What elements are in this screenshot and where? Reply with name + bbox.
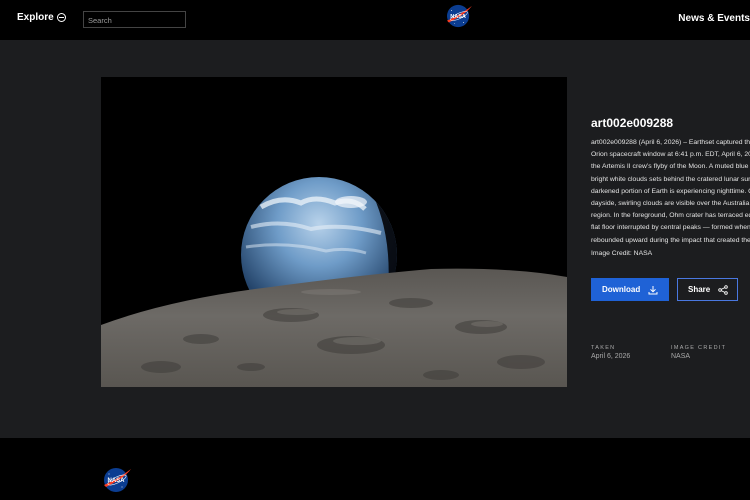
earthset-photo — [101, 77, 567, 387]
download-label: Download — [602, 285, 641, 294]
collapse-icon[interactable] — [57, 13, 66, 22]
image-credit-label: IMAGE CREDIT — [671, 345, 727, 351]
site-footer: NASA — [0, 438, 750, 500]
share-icon — [718, 284, 728, 295]
image-detail-panel: art002e009288 art002e009288 (April 6, 20… — [0, 40, 750, 438]
footer-logo-text: NASA — [107, 478, 125, 484]
nasa-logo-text: NASA — [450, 14, 466, 20]
site-header: Explore NASA News & Events — [0, 0, 750, 40]
image-credit-value: NASA — [671, 353, 691, 360]
footer-nasa-logo[interactable]: NASA — [102, 467, 132, 493]
share-button[interactable]: Share — [677, 278, 738, 301]
share-label: Share — [688, 285, 711, 294]
taken-value: April 6, 2026 — [591, 353, 631, 360]
taken-label: TAKEN — [591, 345, 616, 351]
image-caption: art002e009288 (April 6, 2026) – Earthset… — [591, 139, 750, 244]
download-button[interactable]: Download — [591, 278, 669, 301]
image-title: art002e009288 — [591, 116, 674, 130]
explore-menu-label[interactable]: Explore — [17, 12, 54, 23]
download-icon — [648, 285, 658, 294]
search-input[interactable] — [88, 14, 182, 26]
nasa-logo[interactable]: NASA — [445, 4, 473, 28]
image-details: art002e009288 art002e009288 (April 6, 20… — [591, 40, 750, 438]
image-credit-line: Image Credit: NASA — [591, 250, 653, 257]
search-box[interactable] — [83, 11, 186, 28]
news-events-link[interactable]: News & Events — [678, 13, 750, 24]
